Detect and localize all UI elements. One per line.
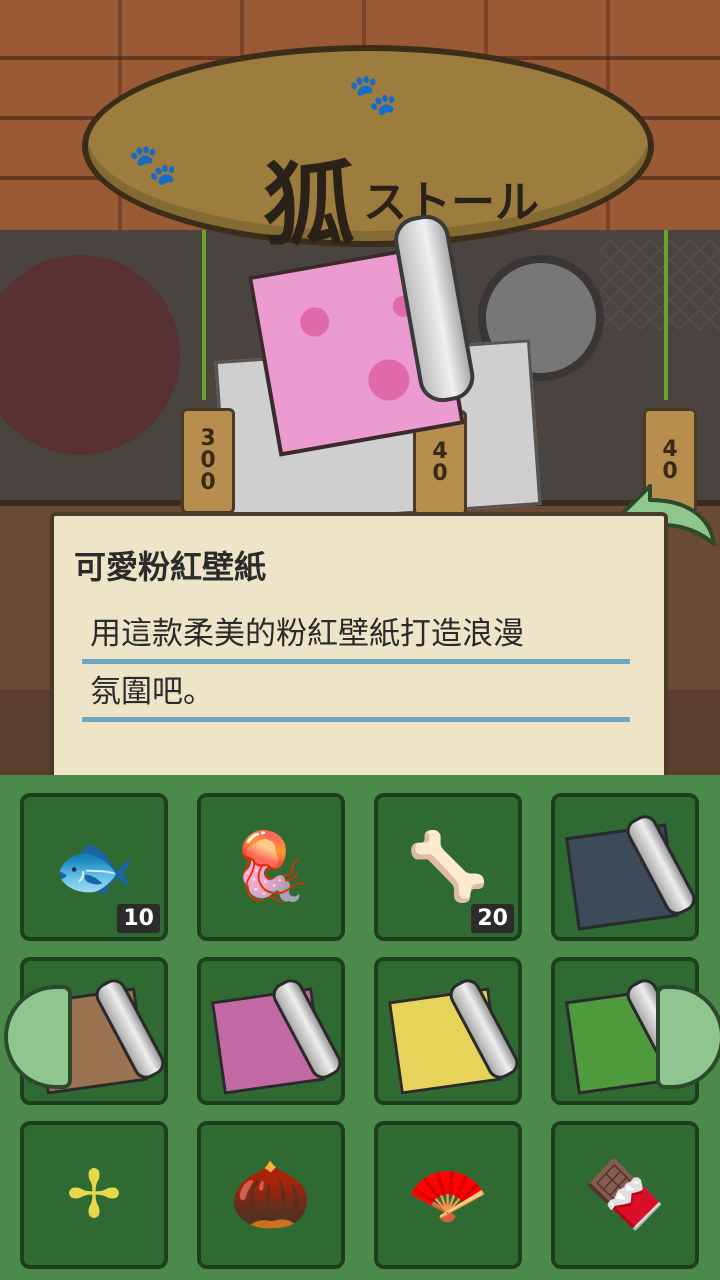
inventory-panel: 🐟 10 🪼 🦴 20 ✢ 🌰 🪭 🍫 [0,775,720,1280]
banana-wallpaper-icon [387,974,524,1095]
paw-print-icon: 🐾 [348,72,398,118]
item-description-line: 用這款柔美的粉紅壁紙打造浪漫 [82,608,630,664]
shop-sign: 🐾 🐾 狐ストール [82,45,654,259]
pink-wallpaper-icon [210,974,347,1095]
jellyfish-icon: 🪼 [229,828,313,905]
price-digit: 0 [432,461,448,486]
paw-print-icon: 🐾 [128,142,178,188]
inventory-slot[interactable] [374,957,524,1105]
tag-rope [664,230,668,400]
snack-box-icon: 🍫 [583,1156,667,1233]
inventory-slot[interactable] [551,793,701,941]
item-description-line: 氛圍吧。 [82,666,630,722]
price-digit: 0 [200,448,216,473]
inventory-slot[interactable]: 🪼 [197,793,345,941]
price-digit: 0 [200,470,216,495]
tag-rope [202,230,206,400]
inventory-slot[interactable]: 🦴 20 [374,793,522,941]
inventory-slot[interactable]: 🍫 [551,1121,699,1269]
inventory-slot-selected[interactable] [197,957,347,1105]
inventory-slot[interactable]: 🐟 10 [20,793,168,941]
acorn-icon: 🌰 [229,1156,313,1233]
inventory-slot[interactable]: 🪭 [374,1121,522,1269]
item-title: 可愛粉紅壁紙 [74,548,267,586]
item-description-dialog: 可愛粉紅壁紙 用這款柔美的粉紅壁紙打造浪漫 氛圍吧。 [50,512,668,794]
price-digit: 4 [662,437,678,462]
inventory-slot[interactable]: 🌰 [197,1121,345,1269]
dark-wallpaper-icon [564,810,701,931]
item-count: 10 [117,904,160,933]
item-count: 20 [471,904,514,933]
inventory-grid: 🐟 10 🪼 🦴 20 ✢ 🌰 🪭 🍫 [20,793,701,1269]
shop-screen: 🐾 🐾 狐ストール 3 0 0 4 0 4 0 可愛粉紅壁紙 用這款柔美的粉紅壁… [0,0,720,1280]
price-tag: 3 0 0 [181,408,235,514]
anglerfish-icon: 🐟 [52,828,136,905]
price-digit: 3 [200,426,216,451]
wall-lattice [600,240,720,330]
folding-fan-icon: 🪭 [406,1156,490,1233]
inventory-slot[interactable]: ✢ [20,1121,168,1269]
price-digit: 4 [432,439,448,464]
fish-bone-icon: 🦴 [406,828,490,905]
selected-item-preview [243,211,479,457]
pinwheel-icon: ✢ [66,1156,122,1233]
